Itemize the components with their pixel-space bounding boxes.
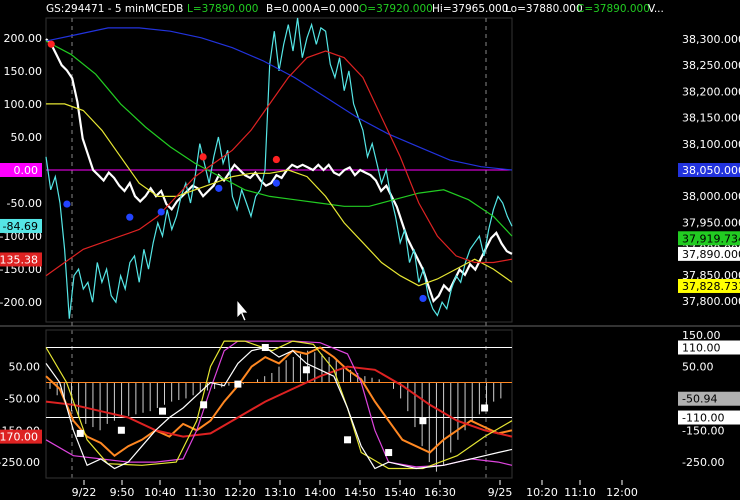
osc-right-tick: 50.00 bbox=[682, 361, 714, 374]
right-tick-label: 38,250.000 bbox=[682, 59, 740, 72]
right-tick-label: 38,200.000 bbox=[682, 85, 740, 98]
signal-square-marker bbox=[76, 429, 84, 437]
buy-signal-marker bbox=[63, 200, 71, 208]
time-tick-label: 13:10 bbox=[264, 486, 296, 499]
left-tick-label: 150.00 bbox=[4, 65, 43, 78]
time-tick-label: 9/22 bbox=[72, 486, 97, 499]
right-tick-label: 38,150.000 bbox=[682, 112, 740, 125]
time-tick-label: 12:00 bbox=[606, 486, 638, 499]
right-tick-label: 38,000.000 bbox=[682, 190, 740, 203]
osc-left-tick: -50.00 bbox=[5, 392, 40, 405]
signal-square-marker bbox=[117, 426, 125, 434]
right-tick-label: 38,100.000 bbox=[682, 138, 740, 151]
signal-square-marker bbox=[200, 401, 208, 409]
left-value-badge-label: -84.69 bbox=[3, 220, 38, 233]
symbol-label: GS:294471 - 5 min bbox=[46, 3, 145, 15]
osc-left-badge-label: -170.00 bbox=[0, 431, 38, 444]
osc-right-tick: 150.00 bbox=[682, 329, 721, 342]
right-value-badge-label: 37,890.000 bbox=[682, 248, 740, 261]
time-tick-label: 9/25 bbox=[488, 486, 513, 499]
osc-left-tick: 50.00 bbox=[9, 361, 41, 374]
more-fields: V... bbox=[648, 3, 664, 15]
time-tick-label: 9:50 bbox=[110, 486, 135, 499]
signal-square-marker bbox=[344, 436, 352, 444]
sell-signal-marker bbox=[272, 155, 280, 164]
left-tick-label: 50.00 bbox=[11, 131, 43, 144]
right-tick-label: 37,950.000 bbox=[682, 216, 740, 229]
buy-signal-marker bbox=[272, 179, 280, 187]
signal-square-marker bbox=[159, 407, 166, 415]
open-price: O=37920.000 bbox=[359, 3, 433, 15]
left-tick-label: -50.00 bbox=[7, 197, 42, 210]
time-tick-label: 11:30 bbox=[184, 486, 216, 499]
ask-price: A=0.000 bbox=[313, 3, 359, 15]
time-tick-label: 14:50 bbox=[344, 486, 376, 499]
time-tick-label: 11:10 bbox=[564, 486, 596, 499]
right-tick-label: 37,800.000 bbox=[682, 295, 740, 308]
header-bar: GS:294471 - 5 min MCEDB L=37890.000 B=0.… bbox=[46, 3, 664, 15]
right-value-badge-label: 37,919.734 bbox=[682, 232, 740, 245]
time-tick-label: 12:20 bbox=[224, 486, 256, 499]
close-price: C=37890.000 bbox=[577, 3, 650, 15]
left-tick-label: 100.00 bbox=[4, 98, 43, 111]
last-price: L=37890.000 bbox=[187, 3, 258, 15]
buy-signal-marker bbox=[419, 294, 427, 303]
left-value-badge-label: -135.38 bbox=[0, 253, 38, 266]
signal-square-marker bbox=[419, 417, 427, 425]
osc-right-tick: -150.00 bbox=[682, 424, 724, 437]
chart-canvas: GS:294471 - 5 min MCEDB L=37890.000 B=0.… bbox=[0, 0, 740, 500]
left-tick-label: 200.00 bbox=[4, 32, 43, 45]
time-tick-label: 16:30 bbox=[424, 486, 456, 499]
time-tick-label: 10:20 bbox=[526, 486, 558, 499]
right-tick-label: 38,300.000 bbox=[682, 33, 740, 46]
left-tick-label: -200.00 bbox=[0, 296, 42, 309]
sell-signal-marker bbox=[199, 153, 207, 161]
buy-signal-marker bbox=[215, 184, 223, 192]
signal-square-marker bbox=[302, 366, 310, 374]
sell-signal-marker bbox=[47, 40, 55, 48]
osc-left-tick: -250.00 bbox=[0, 456, 40, 469]
signal-square-marker bbox=[234, 380, 242, 388]
signal-square-marker bbox=[261, 344, 269, 352]
right-value-badge-label: 38,050.000 bbox=[682, 164, 740, 177]
time-tick-label: 14:00 bbox=[304, 486, 336, 499]
high-price: Hi=37965.000 bbox=[432, 3, 508, 15]
left-value-badge-label: 0.00 bbox=[14, 164, 39, 177]
signal-square-marker bbox=[481, 404, 489, 412]
right-value-badge-label: 37,828.731 bbox=[682, 280, 740, 293]
signal-square-marker bbox=[385, 449, 393, 457]
osc-right-badge-label: 110.00 bbox=[682, 342, 721, 355]
time-tick-label: 10:40 bbox=[144, 486, 176, 499]
time-tick-label: 15:40 bbox=[384, 486, 416, 499]
buy-signal-marker bbox=[157, 208, 165, 216]
osc-right-badge-label: -50.94 bbox=[682, 393, 717, 406]
osc-right-tick: -250.00 bbox=[682, 456, 724, 469]
osc-right-badge-label: -110.00 bbox=[682, 412, 724, 425]
instrument-name: MCEDB bbox=[145, 3, 183, 15]
bid-price: B=0.000 bbox=[266, 3, 312, 15]
low-price: Lo=37880.000 bbox=[505, 3, 583, 15]
buy-signal-marker bbox=[126, 213, 134, 221]
